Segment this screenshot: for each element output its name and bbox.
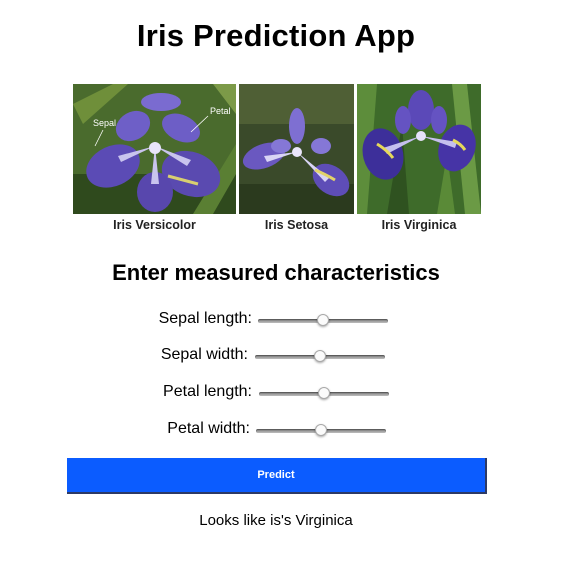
sepal-length-row: Sepal length: bbox=[0, 310, 576, 332]
iris-versicolor-photo: Sepal Petal bbox=[73, 84, 236, 214]
sepal-width-slider[interactable] bbox=[255, 350, 385, 362]
iris-virginica-photo bbox=[357, 84, 481, 214]
petal-length-label: Petal length: bbox=[163, 383, 252, 400]
prediction-result: Looks like is's Virginica bbox=[199, 512, 353, 529]
caption-iris-versicolor: Iris Versicolor bbox=[113, 218, 196, 232]
sepal-width-slider-thumb[interactable] bbox=[314, 350, 326, 362]
petal-width-slider[interactable] bbox=[256, 424, 386, 436]
caption-iris-virginica: Iris Virginica bbox=[381, 218, 457, 232]
sepal-annotation: Sepal bbox=[93, 118, 117, 128]
petal-width-slider-thumb[interactable] bbox=[315, 424, 327, 436]
petal-length-row: Petal length: bbox=[0, 383, 576, 405]
iris-setosa-photo bbox=[239, 84, 354, 214]
sepal-length-label: Sepal length: bbox=[158, 310, 252, 327]
petal-length-slider-thumb[interactable] bbox=[318, 387, 330, 399]
iris-species-figure: Sepal Petal Iris Versicolor Iris Setosa … bbox=[73, 84, 481, 234]
caption-iris-setosa: Iris Setosa bbox=[264, 218, 329, 232]
sepal-length-slider[interactable] bbox=[258, 314, 388, 326]
sepal-width-label: Sepal width: bbox=[160, 346, 248, 363]
petal-annotation: Petal bbox=[210, 106, 231, 116]
app-title: Iris Prediction App bbox=[136, 18, 416, 53]
predict-button[interactable]: Predict bbox=[67, 458, 487, 494]
form-heading: Enter measured characteristics bbox=[112, 260, 440, 285]
petal-width-label: Petal width: bbox=[167, 420, 250, 437]
sepal-length-slider-thumb[interactable] bbox=[317, 314, 329, 326]
petal-width-row: Petal width: bbox=[0, 420, 576, 442]
petal-length-slider[interactable] bbox=[259, 387, 389, 399]
sepal-width-row: Sepal width: bbox=[0, 346, 576, 368]
